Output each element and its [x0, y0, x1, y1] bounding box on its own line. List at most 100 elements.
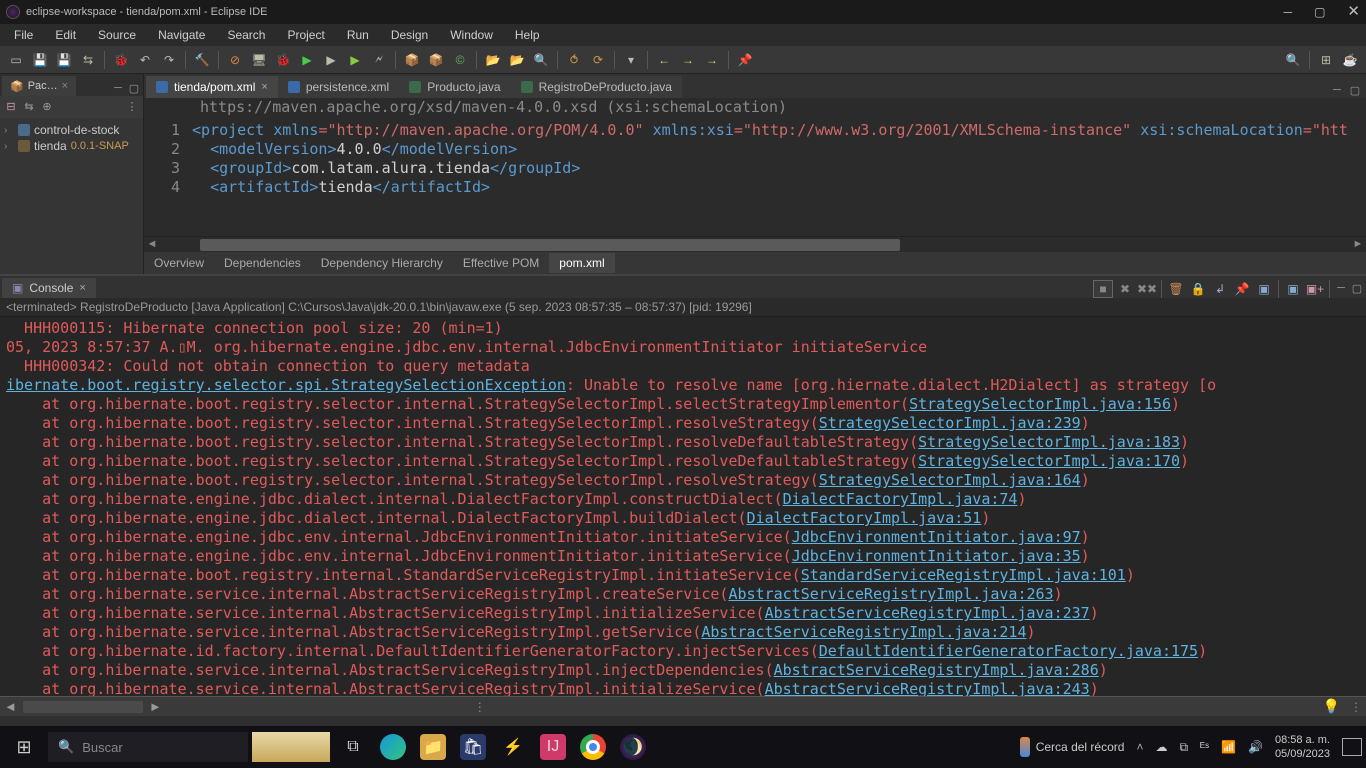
menu-search[interactable]: Search	[217, 26, 275, 44]
stack-link[interactable]: StrategySelectorImpl.java:183	[918, 433, 1180, 451]
scroll-left-icon[interactable]: ◄	[144, 238, 160, 252]
package-explorer-tab[interactable]: 📦 Pac… ×	[2, 76, 76, 96]
open-task-icon[interactable]: 📂	[507, 50, 527, 70]
menu-window[interactable]: Window	[440, 26, 503, 44]
project-row-control-de-stock[interactable]: › control-de-stock	[2, 122, 141, 138]
build-icon[interactable]: 🔨	[192, 50, 212, 70]
debug-icon[interactable]: 🐞	[111, 50, 131, 70]
remove-launch-icon[interactable]: ✖	[1115, 280, 1135, 298]
forward-icon[interactable]: →	[678, 50, 698, 70]
maximize-view-icon[interactable]: ▢	[127, 82, 141, 96]
search-highlight-image[interactable]	[252, 732, 330, 762]
java-perspective-icon[interactable]: ☕	[1340, 50, 1360, 70]
stack-link[interactable]: AbstractServiceRegistryImpl.java:263	[728, 585, 1053, 603]
new-server-icon[interactable]: 🖥	[249, 50, 269, 70]
view-menu-icon[interactable]: ⋮	[125, 100, 139, 114]
tray-overflow-icon[interactable]: ˄	[1136, 740, 1143, 754]
tab-overview[interactable]: Overview	[144, 253, 214, 273]
word-wrap-icon[interactable]: ↲	[1210, 280, 1230, 298]
minimize-button[interactable]: ─	[1284, 5, 1293, 19]
minimize-view-icon[interactable]: ─	[1334, 282, 1348, 296]
stack-link[interactable]: StandardServiceRegistryImpl.java:101	[801, 566, 1126, 584]
stack-link[interactable]: StrategySelectorImpl.java:164	[819, 471, 1081, 489]
minimize-editor-icon[interactable]: ─	[1330, 84, 1344, 98]
code-content[interactable]: <project xmlns="http://maven.apache.org/…	[188, 117, 1366, 236]
language-indicator[interactable]: ᴱˢ	[1200, 740, 1209, 754]
focus-task-icon[interactable]: ⊕	[40, 100, 54, 114]
tab-dependencies[interactable]: Dependencies	[214, 253, 311, 273]
remove-all-launches-icon[interactable]: ✖✖	[1137, 280, 1157, 298]
file-explorer-icon[interactable]: 📁	[420, 734, 446, 760]
console-output[interactable]: HHH000115: Hibernate connection pool siz…	[0, 317, 1366, 696]
menu-project[interactable]: Project	[277, 26, 334, 44]
external-tools-icon[interactable]: 🗲	[369, 50, 389, 70]
tab-dependency-hierarchy[interactable]: Dependency Hierarchy	[311, 253, 453, 273]
display-selected-console-icon[interactable]: ▣	[1254, 280, 1274, 298]
new-console-view-icon[interactable]: ▣+	[1305, 280, 1325, 298]
new-package-icon[interactable]: 📦	[426, 50, 446, 70]
edge-icon[interactable]	[380, 734, 406, 760]
eclipse-icon[interactable]: 🌒	[620, 734, 646, 760]
close-tab-icon[interactable]: ×	[79, 282, 85, 294]
switch-editor-icon[interactable]: ⇆	[78, 50, 98, 70]
stack-link[interactable]: AbstractServiceRegistryImpl.java:286	[774, 661, 1099, 679]
debug-run-icon[interactable]: 🐞	[273, 50, 293, 70]
tab-effective-pom[interactable]: Effective POM	[453, 253, 549, 273]
stack-link[interactable]: ibernate.boot.registry.selector.spi.Stra…	[6, 376, 566, 394]
breadcrumb-path[interactable]: https://maven.apache.org/xsd/maven-4.0.0…	[144, 98, 1366, 117]
run-icon[interactable]: ▶	[297, 50, 317, 70]
intellij-icon[interactable]: IJ	[540, 734, 566, 760]
microsoft-store-icon[interactable]: 🛍	[460, 734, 486, 760]
volume-icon[interactable]: 🔊	[1248, 740, 1263, 754]
console-tab[interactable]: ▣ Console ×	[2, 278, 96, 298]
weather-widget[interactable]: Cerca del récord	[1020, 737, 1125, 757]
task-view-icon[interactable]: ⧉	[340, 734, 366, 760]
editor-tab-registro[interactable]: RegistroDeProducto.java	[511, 76, 682, 98]
maximize-editor-icon[interactable]: ▢	[1348, 84, 1362, 98]
open-type-icon[interactable]: 📂	[483, 50, 503, 70]
menu-help[interactable]: Help	[505, 26, 550, 44]
stack-link[interactable]: StrategySelectorImpl.java:156	[909, 395, 1171, 413]
tab-pomxml[interactable]: pom.xml	[549, 253, 614, 273]
editor-tab-pom[interactable]: tienda/pom.xml ×	[146, 76, 278, 98]
minimize-view-icon[interactable]: ─	[111, 82, 125, 96]
maximize-view-icon[interactable]: ▢	[1350, 282, 1364, 296]
stack-link[interactable]: JdbcEnvironmentInitiator.java:97	[792, 528, 1081, 546]
back-icon[interactable]: ←	[654, 50, 674, 70]
stack-link[interactable]: AbstractServiceRegistryImpl.java:214	[701, 623, 1026, 641]
taskbar-search[interactable]: 🔍 Buscar	[48, 732, 248, 762]
menu-run[interactable]: Run	[337, 26, 379, 44]
scroll-right-icon[interactable]: ►	[149, 699, 162, 714]
pin-editor-icon[interactable]: 📌	[735, 50, 755, 70]
notifications-icon[interactable]	[1342, 738, 1362, 756]
menu-navigate[interactable]: Navigate	[148, 26, 215, 44]
pin-console-icon[interactable]: 📌	[1232, 280, 1252, 298]
refresh-icon[interactable]: ⟳	[588, 50, 608, 70]
stack-link[interactable]: AbstractServiceRegistryImpl.java:237	[765, 604, 1090, 622]
tray-app-icon[interactable]: ⧉	[1179, 740, 1188, 755]
status-scrollbar[interactable]	[23, 701, 143, 713]
stack-link[interactable]: JdbcEnvironmentInitiator.java:35	[792, 547, 1081, 565]
undo-icon[interactable]: ↶	[135, 50, 155, 70]
coverage-icon[interactable]: ▶	[321, 50, 341, 70]
run-last-icon[interactable]: ▶	[345, 50, 365, 70]
close-tab-icon[interactable]: ×	[261, 81, 267, 93]
scroll-left-icon[interactable]: ◄	[4, 699, 17, 714]
menu-source[interactable]: Source	[88, 26, 146, 44]
start-button[interactable]: ⊞	[0, 726, 48, 768]
link-editor-icon[interactable]: ⇆	[22, 100, 36, 114]
skip-breakpoints-icon[interactable]: ⊘	[225, 50, 245, 70]
editor-tab-producto[interactable]: Producto.java	[399, 76, 510, 98]
toggle-mark-icon[interactable]: ⥀	[564, 50, 584, 70]
collapse-all-icon[interactable]: ⊟	[4, 100, 18, 114]
last-edit-icon[interactable]: →	[702, 50, 722, 70]
terminate-icon[interactable]: ■	[1093, 280, 1113, 298]
wifi-icon[interactable]: 📶	[1221, 740, 1236, 754]
stack-link[interactable]: StrategySelectorImpl.java:170	[918, 452, 1180, 470]
onedrive-icon[interactable]: ☁	[1155, 740, 1167, 754]
nav-dropdown-icon[interactable]: ▾	[621, 50, 641, 70]
redo-icon[interactable]: ↷	[159, 50, 179, 70]
taskbar-clock[interactable]: 08:58 a. m. 05/09/2023	[1275, 733, 1330, 761]
xml-editor[interactable]: 1 2 3 4 <project xmlns="http://maven.apa…	[144, 117, 1366, 236]
new-java-project-icon[interactable]: 📦	[402, 50, 422, 70]
